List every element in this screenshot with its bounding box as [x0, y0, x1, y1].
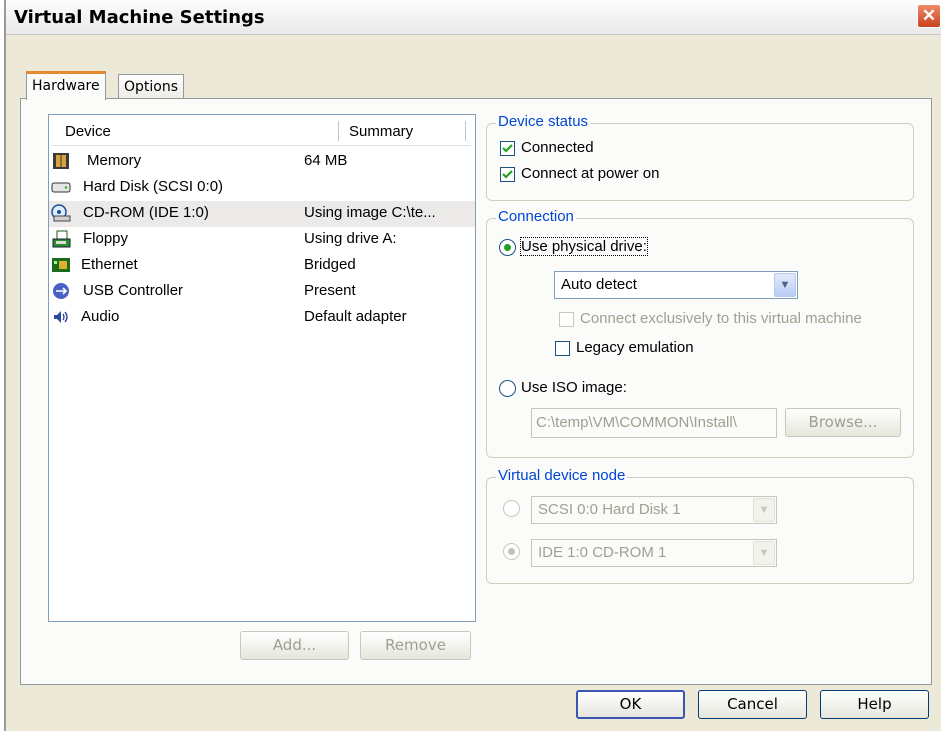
list-item[interactable]: CD-ROM (IDE 1:0) Using image C:\te... [49, 201, 475, 227]
list-item[interactable]: Hard Disk (SCSI 0:0) [49, 175, 475, 201]
device-name: Audio [81, 308, 120, 325]
close-icon: ✕ [921, 6, 937, 25]
ok-button[interactable]: OK [576, 690, 685, 719]
legacy-emulation-label[interactable]: Legacy emulation [576, 339, 694, 356]
device-name: CD-ROM (IDE 1:0) [83, 204, 209, 221]
list-item[interactable]: USB Controller Present [49, 279, 475, 305]
tab-hardware[interactable]: Hardware [26, 71, 106, 100]
audio-icon [54, 311, 68, 323]
device-summary: Default adapter [304, 308, 407, 325]
device-name: Hard Disk (SCSI 0:0) [83, 178, 224, 195]
device-status-group [486, 123, 914, 201]
use-physical-drive-label[interactable]: Use physical drive: [520, 237, 648, 256]
device-summary: Using image C:\te... [304, 204, 436, 221]
device-summary: Using drive A: [304, 230, 397, 247]
chevron-down-icon[interactable]: ▼ [753, 541, 775, 565]
tab-options-label: Options [124, 79, 179, 95]
device-summary: 64 MB [304, 152, 348, 169]
ide-node-radio[interactable] [503, 543, 520, 560]
scsi-node-value: SCSI 0:0 Hard Disk 1 [538, 501, 681, 518]
physical-drive-select[interactable]: Auto detect ▼ [554, 271, 798, 299]
use-iso-image-label[interactable]: Use ISO image: [521, 379, 627, 396]
column-separator [465, 121, 466, 141]
scsi-node-radio[interactable] [503, 500, 520, 517]
device-status-title: Device status [496, 113, 591, 130]
device-name: USB Controller [83, 282, 184, 299]
connected-checkbox[interactable] [500, 141, 515, 156]
check-icon [502, 144, 513, 153]
browse-button[interactable]: Browse... [785, 408, 901, 437]
column-header-summary[interactable]: Summary [349, 123, 413, 140]
help-button-label: Help [857, 695, 892, 713]
remove-button[interactable]: Remove [360, 631, 471, 660]
column-header-device[interactable]: Device [65, 123, 111, 140]
chevron-down-icon[interactable]: ▼ [753, 498, 775, 522]
connect-power-on-checkbox[interactable] [500, 167, 515, 182]
usb-icon [53, 283, 69, 299]
device-name: Ethernet [81, 256, 138, 273]
cancel-button[interactable]: Cancel [698, 690, 807, 719]
radio-dot [508, 548, 515, 555]
connection-title: Connection [496, 208, 576, 225]
list-item[interactable]: Audio Default adapter [49, 305, 475, 331]
ide-node-select[interactable]: IDE 1:0 CD-ROM 1 ▼ [531, 539, 777, 567]
help-button[interactable]: Help [820, 690, 929, 719]
use-iso-image-radio[interactable] [499, 380, 516, 397]
remove-button-label: Remove [385, 636, 446, 654]
close-button[interactable]: ✕ [917, 4, 941, 28]
virtual-device-node-title: Virtual device node [496, 467, 628, 484]
dialog-window: Virtual Machine Settings ✕ Hardware Opti… [4, 0, 941, 731]
connected-label[interactable]: Connected [521, 139, 594, 156]
ethernet-icon [52, 258, 70, 272]
hard-disk-icon [51, 182, 71, 193]
physical-drive-value: Auto detect [561, 276, 637, 293]
legacy-emulation-checkbox[interactable] [555, 341, 570, 356]
connect-power-on-label[interactable]: Connect at power on [521, 165, 659, 182]
cancel-button-label: Cancel [727, 695, 778, 713]
radio-dot [504, 244, 511, 251]
title-bar[interactable]: Virtual Machine Settings ✕ [6, 0, 941, 35]
connect-exclusively-checkbox[interactable] [559, 312, 574, 327]
floppy-icon [52, 230, 71, 248]
virtual-device-node-group [486, 477, 914, 584]
add-button[interactable]: Add... [240, 631, 349, 660]
device-list[interactable]: Device Summary Memory 64 MB Hard Disk (S… [48, 114, 476, 622]
window-title: Virtual Machine Settings [14, 7, 265, 28]
header-divider [51, 145, 471, 146]
ok-button-label: OK [619, 695, 642, 713]
list-item[interactable]: Memory 64 MB [49, 149, 475, 175]
device-name: Floppy [83, 230, 129, 247]
add-button-label: Add... [272, 636, 317, 654]
tab-options[interactable]: Options [118, 74, 185, 100]
tab-hardware-label: Hardware [32, 78, 100, 94]
use-physical-drive-radio[interactable] [499, 239, 516, 256]
cdrom-icon [51, 204, 71, 222]
browse-button-label: Browse... [808, 413, 878, 431]
memory-icon [53, 153, 69, 169]
list-item[interactable]: Floppy Using drive A: [49, 227, 475, 253]
list-item[interactable]: Ethernet Bridged [49, 253, 475, 279]
connect-exclusively-label[interactable]: Connect exclusively to this virtual mach… [580, 310, 862, 327]
device-name: Memory [87, 152, 142, 169]
chevron-down-icon[interactable]: ▼ [774, 273, 796, 297]
check-icon [502, 170, 513, 179]
iso-path-field[interactable]: C:\temp\VM\COMMON\Install\ [531, 408, 777, 438]
ide-node-value: IDE 1:0 CD-ROM 1 [538, 544, 667, 561]
device-summary: Present [304, 282, 356, 299]
scsi-node-select[interactable]: SCSI 0:0 Hard Disk 1 ▼ [531, 496, 777, 524]
device-summary: Bridged [304, 256, 356, 273]
column-separator[interactable] [338, 121, 339, 141]
